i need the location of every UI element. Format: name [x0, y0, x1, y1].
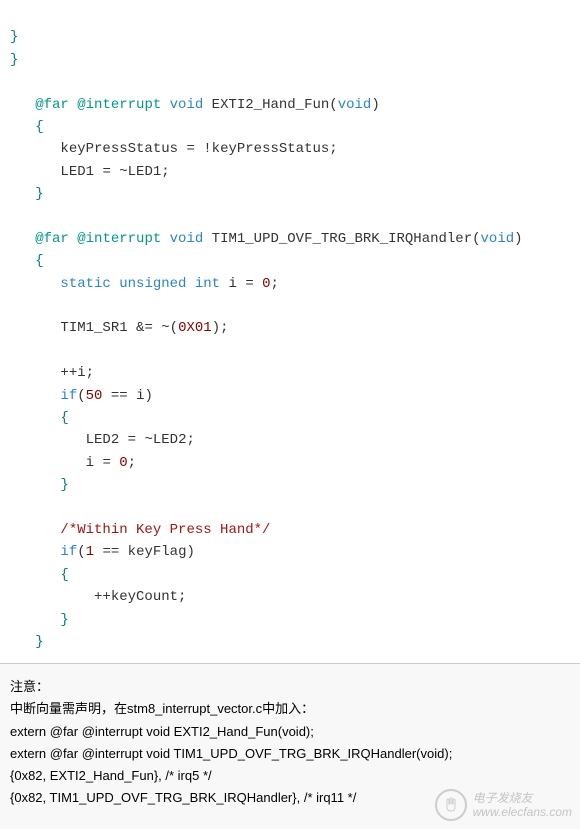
keyword: static [60, 276, 110, 292]
function-name: EXTI2_Hand_Fun [212, 97, 330, 113]
number: 0X01 [178, 320, 212, 336]
hand-icon [443, 797, 459, 813]
number: 0 [262, 276, 270, 292]
variable: LED1 [128, 164, 162, 180]
variable: i [86, 455, 94, 471]
note-title: 注意： [10, 676, 570, 698]
number: 50 [86, 388, 103, 404]
variable: LED2 [153, 432, 187, 448]
watermark-line1: 电子发烧友 [473, 791, 572, 805]
function-name: TIM1_UPD_OVF_TRG_BRK_IRQHandler [212, 231, 472, 247]
keyword: if [60, 388, 77, 404]
variable: keyFlag [128, 544, 187, 560]
note-line: {0x82, EXTI2_Hand_Fun}, /* irq5 */ [10, 765, 570, 787]
keyword: @far [35, 97, 69, 113]
type: int [195, 276, 220, 292]
variable: TIM1_SR1 [60, 320, 127, 336]
variable: LED2 [86, 432, 120, 448]
note-block: 注意： 中断向量需声明，在stm8_interrupt_vector.c中加入：… [0, 663, 580, 829]
brace: } [10, 29, 18, 45]
number: 1 [86, 544, 94, 560]
code-block: } } @far @interrupt void EXTI2_Hand_Fun(… [0, 0, 580, 663]
type: void [170, 97, 204, 113]
watermark-line2: www.elecfans.com [473, 805, 572, 819]
variable: keyCount [111, 589, 178, 605]
variable: keyPressStatus [212, 141, 330, 157]
watermark-icon [435, 789, 467, 821]
note-line: extern @far @interrupt void EXTI2_Hand_F… [10, 721, 570, 743]
note-line: extern @far @interrupt void TIM1_UPD_OVF… [10, 743, 570, 765]
watermark: 电子发烧友 www.elecfans.com [435, 789, 572, 821]
type: void [481, 231, 515, 247]
keyword: @far [35, 231, 69, 247]
variable: i [77, 365, 85, 381]
comment: /*Within Key Press Hand*/ [60, 522, 270, 538]
variable: i [229, 276, 237, 292]
watermark-text: 电子发烧友 www.elecfans.com [473, 791, 572, 820]
keyword: if [60, 544, 77, 560]
brace: } [10, 52, 18, 68]
variable: keyPressStatus [60, 141, 178, 157]
type: void [170, 231, 204, 247]
variable: LED1 [60, 164, 94, 180]
type: void [338, 97, 372, 113]
keyword: unsigned [119, 276, 186, 292]
note-line: 中断向量需声明，在stm8_interrupt_vector.c中加入： [10, 698, 570, 720]
keyword: @interrupt [77, 231, 161, 247]
number: 0 [119, 455, 127, 471]
keyword: @interrupt [77, 97, 161, 113]
